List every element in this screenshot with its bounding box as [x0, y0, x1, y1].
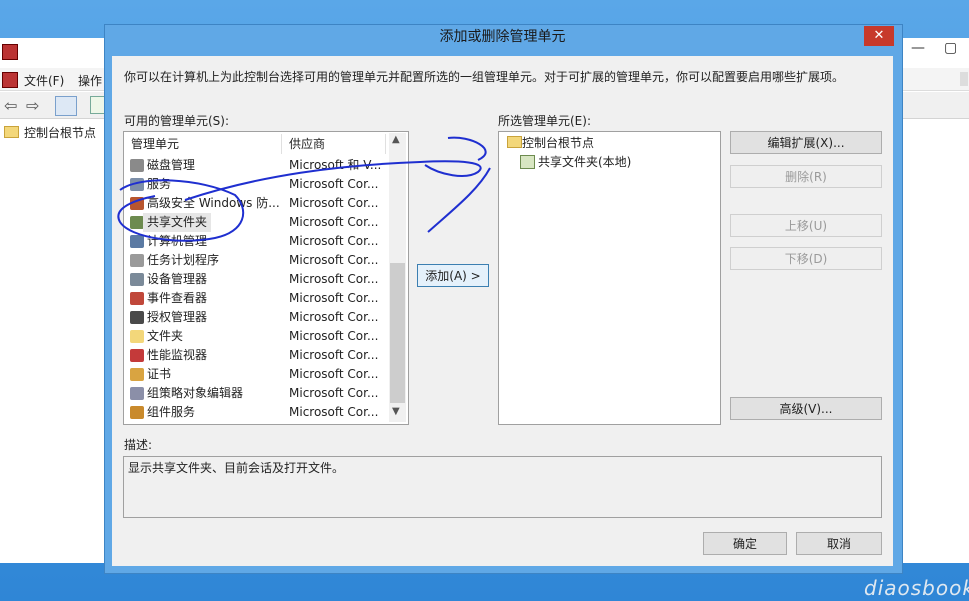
list-item[interactable]: 磁盘管理 Microsoft 和 V...	[124, 156, 390, 175]
clock-icon	[130, 254, 144, 267]
services-icon	[130, 178, 144, 191]
snapin-vendor: Microsoft Cor...	[289, 348, 379, 362]
scroll-down-icon[interactable]: ▼	[392, 406, 400, 417]
snapin-vendor: Microsoft Cor...	[289, 310, 379, 324]
snapin-name: 授权管理器	[147, 310, 208, 324]
tree-root-item[interactable]: 控制台根节点	[24, 124, 96, 141]
snapin-vendor: Microsoft Cor...	[289, 329, 379, 343]
snapin-vendor: Microsoft Cor...	[289, 272, 379, 286]
menu-file[interactable]: 文件(F)	[24, 72, 64, 89]
description-label: 描述:	[124, 438, 153, 452]
certificate-icon	[130, 368, 144, 381]
snapin-name: 设备管理器	[147, 272, 208, 286]
selected-tree-item-shared-folders[interactable]: 共享文件夹(本地)	[538, 153, 631, 170]
performance-icon	[130, 349, 144, 362]
list-item[interactable]: 事件查看器 Microsoft Cor...	[124, 289, 390, 308]
folder-icon	[4, 126, 19, 138]
snapin-name: 事件查看器	[147, 291, 208, 305]
advanced-button[interactable]: 高级(V)...	[730, 397, 882, 420]
device-manager-icon	[130, 273, 144, 286]
snapin-name: 文件夹	[147, 329, 184, 343]
snapin-name: 性能监视器	[147, 348, 208, 362]
folder-icon	[130, 330, 144, 343]
snapin-name: 组策略对象编辑器	[147, 386, 244, 400]
available-snapins-label: 可用的管理单元(S):	[124, 114, 230, 128]
snapin-vendor: Microsoft 和 V...	[289, 158, 382, 172]
authorization-icon	[130, 311, 144, 324]
firewall-icon	[130, 197, 144, 210]
list-item[interactable]: 组件服务 Microsoft Cor...	[124, 403, 390, 422]
selected-snapins-label: 所选管理单元(E):	[498, 114, 591, 128]
close-icon[interactable]: ✕	[864, 26, 894, 46]
list-item[interactable]: 计算机管理 Microsoft Cor...	[124, 232, 390, 251]
list-item[interactable]: 文件夹 Microsoft Cor...	[124, 327, 390, 346]
cancel-button[interactable]: 取消	[796, 532, 882, 555]
scroll-up-icon[interactable]: ▲	[392, 134, 400, 145]
description-text: 显示共享文件夹、目前会话及打开文件。	[128, 461, 345, 475]
snapin-name: 证书	[147, 367, 172, 381]
selected-tree-root[interactable]: 控制台根节点	[522, 134, 594, 151]
snapin-vendor: Microsoft Cor...	[289, 367, 379, 381]
list-item[interactable]: 性能监视器 Microsoft Cor...	[124, 346, 390, 365]
list-item[interactable]: 任务计划程序 Microsoft Cor...	[124, 251, 390, 270]
watermark: diaosbook	[864, 576, 969, 600]
shared-folder-icon	[520, 155, 535, 169]
maximize-icon[interactable]: ▢	[944, 40, 957, 56]
list-item[interactable]: 设备管理器 Microsoft Cor...	[124, 270, 390, 289]
toolbar-right-area	[903, 92, 969, 118]
snapin-name: 计算机管理	[147, 234, 208, 248]
snapin-name: 服务	[147, 177, 172, 191]
event-viewer-icon	[130, 292, 144, 305]
console-tree	[0, 120, 104, 563]
snapin-vendor: Microsoft Cor...	[289, 196, 379, 210]
list-item[interactable]: 高级安全 Windows 防... Microsoft Cor...	[124, 194, 390, 213]
disk-icon	[130, 159, 144, 172]
computer-management-icon	[130, 235, 144, 248]
add-button[interactable]: 添加(A) >	[417, 264, 489, 287]
dialog-intro-text: 你可以在计算机上为此控制台选择可用的管理单元并配置所选的一组管理单元。对于可扩展…	[124, 70, 845, 84]
dialog-title: 添加或删除管理单元	[439, 29, 566, 45]
snapin-name: 磁盘管理	[147, 158, 196, 172]
list-item[interactable]: 授权管理器 Microsoft Cor...	[124, 308, 390, 327]
scrollbar-thumb[interactable]	[390, 263, 405, 403]
snapin-vendor: Microsoft Cor...	[289, 215, 379, 229]
folder-icon	[507, 136, 522, 148]
snapin-vendor: Microsoft Cor...	[289, 386, 379, 400]
console-menu-icon[interactable]	[2, 72, 18, 88]
remove-button[interactable]: 删除(R)	[730, 165, 882, 188]
snapin-name: 组件服务	[147, 405, 196, 419]
column-header-vendor[interactable]: 供应商	[282, 134, 386, 154]
snapin-vendor: Microsoft Cor...	[289, 234, 379, 248]
snapin-vendor: Microsoft Cor...	[289, 405, 379, 419]
column-header-snapin[interactable]: 管理单元	[124, 134, 282, 154]
list-item[interactable]: 共享文件夹 Microsoft Cor...	[124, 213, 390, 232]
snapin-vendor: Microsoft Cor...	[289, 177, 379, 191]
move-down-button[interactable]: 下移(D)	[730, 247, 882, 270]
list-item[interactable]: 服务 Microsoft Cor...	[124, 175, 390, 194]
show-hide-tree-icon[interactable]	[55, 96, 77, 116]
list-item[interactable]: 组策略对象编辑器 Microsoft Cor...	[124, 384, 390, 403]
component-services-icon	[130, 406, 144, 419]
snapin-vendor: Microsoft Cor...	[289, 291, 379, 305]
forward-arrow-icon[interactable]: ⇨	[26, 96, 39, 115]
snapin-vendor: Microsoft Cor...	[289, 253, 379, 267]
mmc-app-icon	[2, 44, 18, 60]
ok-button[interactable]: 确定	[703, 532, 787, 555]
move-up-button[interactable]: 上移(U)	[730, 214, 882, 237]
list-item[interactable]: 证书 Microsoft Cor...	[124, 365, 390, 384]
window-edge	[960, 72, 968, 86]
selected-snapins-tree[interactable]	[498, 131, 721, 425]
snapin-name: 共享文件夹	[143, 213, 212, 232]
shared-folder-icon	[130, 216, 144, 229]
menu-action[interactable]: 操作	[78, 72, 102, 89]
available-snapins-list[interactable]: 管理单元 供应商 磁盘管理 Microsoft 和 V... 服务 Microsoft…	[123, 131, 409, 425]
back-arrow-icon[interactable]: ⇦	[4, 96, 17, 115]
snapin-name: 高级安全 Windows 防...	[147, 196, 280, 210]
edit-extensions-button[interactable]: 编辑扩展(X)...	[730, 131, 882, 154]
group-policy-icon	[130, 387, 144, 400]
minimize-icon[interactable]: —	[911, 40, 925, 56]
snapin-name: 任务计划程序	[147, 253, 220, 267]
